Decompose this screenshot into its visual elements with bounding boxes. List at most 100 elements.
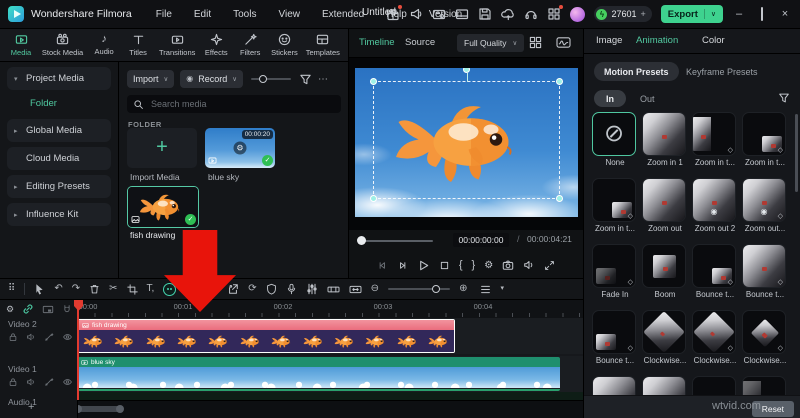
tab-audio[interactable]: ♪ Audio (91, 33, 117, 56)
mixer-icon[interactable] (306, 283, 318, 295)
tab-transitions[interactable]: Transitions (159, 33, 195, 57)
sidebar-item-influence-kit[interactable]: ▸ Influence Kit (7, 203, 111, 226)
menu-tools[interactable]: Tools (233, 9, 256, 20)
sidebar-item-editing-presets[interactable]: ▸ Editing Presets (7, 175, 111, 198)
timeline-zoom-out-icon[interactable]: ⊖ (371, 283, 379, 295)
layout-grid-icon[interactable] (529, 36, 542, 49)
preset-clockwise-1[interactable]: Clockwise... (642, 310, 686, 376)
search-bar[interactable] (127, 95, 341, 113)
magnet-icon[interactable] (62, 304, 72, 315)
seek-bar[interactable] (361, 240, 433, 242)
stop-button[interactable] (439, 260, 450, 271)
preset-fade-in[interactable]: ◇ Fade In (592, 244, 636, 310)
headset-icon[interactable] (524, 7, 538, 21)
tab-image[interactable]: Image (596, 35, 622, 46)
fullscreen-icon[interactable] (544, 260, 555, 271)
preset-scrollbar[interactable] (795, 114, 798, 192)
maximize-button[interactable] (755, 7, 769, 21)
current-timecode[interactable]: 00:00:00:00 (453, 233, 509, 247)
mute-icon[interactable] (26, 332, 36, 342)
lock-icon[interactable] (8, 332, 18, 342)
timeline-zoom-slider[interactable] (388, 285, 451, 293)
timeline-ruler[interactable]: 00:00 00:01 00:02 00:03 00:04 (78, 300, 583, 318)
tab-titles[interactable]: Titles (125, 33, 151, 57)
tab-stock-media[interactable]: Stock Media (42, 33, 83, 57)
timeline-scrollbar[interactable] (0, 400, 583, 418)
tab-templates[interactable]: Templates (306, 33, 340, 57)
megaphone-icon[interactable] (409, 7, 423, 21)
shield-icon[interactable] (266, 283, 277, 295)
volume-icon[interactable] (523, 259, 535, 271)
resize-handle[interactable] (369, 78, 377, 86)
subtitle-card-icon[interactable] (432, 7, 446, 21)
workspace-grid-icon[interactable]: ⠿ (8, 283, 15, 295)
tab-out[interactable]: Out (640, 94, 655, 104)
track-height-caret-icon[interactable]: ▾ (500, 283, 504, 295)
tab-media[interactable]: Media (8, 33, 34, 57)
preset-bounce-2[interactable]: ◇ Bounce t... (742, 244, 786, 310)
brush-icon[interactable] (44, 332, 54, 342)
sidebar-item-global-media[interactable]: ▸ Global Media (7, 119, 111, 142)
cloud-upload-icon[interactable] (501, 7, 515, 21)
import-media-tile[interactable]: + (127, 128, 197, 168)
lock-icon[interactable] (8, 377, 18, 387)
timeline-clip-fish-drawing[interactable]: fish drawing (78, 319, 455, 353)
scope-icon[interactable] (556, 36, 571, 49)
media-item-blue-sky[interactable]: 00:00:20 ⚙ ✓ (205, 128, 275, 168)
timeline-zoom-in-icon[interactable]: ⊕ (459, 283, 467, 295)
tab-effects[interactable]: Effects (203, 33, 229, 57)
mark-in-icon[interactable]: { (459, 259, 463, 271)
play-button[interactable] (417, 259, 430, 272)
share-icon[interactable] (227, 283, 239, 295)
auto-ripple-icon[interactable] (349, 284, 362, 295)
snapshot-icon[interactable] (502, 259, 514, 271)
close-button[interactable]: × (778, 8, 792, 20)
rotate-icon[interactable]: ⟳ (248, 283, 256, 295)
resize-handle[interactable] (556, 195, 564, 203)
select-tool-icon[interactable] (34, 283, 45, 295)
apps-grid-icon[interactable] (547, 5, 564, 21)
menu-file[interactable]: File (156, 9, 172, 20)
record-button[interactable]: ◉ Record ∨ (180, 70, 244, 88)
timeline-clip-blue-sky[interactable]: blue sky (78, 357, 560, 391)
resize-handle[interactable] (369, 195, 377, 203)
preset-boom[interactable]: Boom (642, 244, 686, 310)
mute-icon[interactable] (26, 377, 36, 387)
preset-zoom-out[interactable]: Zoom out (642, 178, 686, 244)
selection-box[interactable] (369, 68, 564, 203)
tab-timeline[interactable]: Timeline (359, 37, 395, 48)
preset-bounce-1[interactable]: ◇ Bounce t... (692, 244, 736, 310)
preset-zoom-in-2[interactable]: ◇ Zoom in t... (692, 112, 736, 178)
playhead[interactable] (77, 300, 79, 400)
render-preview-icon[interactable] (327, 284, 340, 295)
split-icon[interactable]: ✂ (109, 283, 117, 295)
audio-lane[interactable] (78, 392, 583, 400)
tab-keyframe-presets[interactable]: Keyframe Presets (686, 67, 758, 77)
preset-none[interactable]: ⊘ None (592, 112, 636, 178)
preset-partial[interactable] (592, 376, 636, 395)
redo-icon[interactable]: ↷ (72, 283, 80, 295)
preset-zoom-in-1[interactable]: Zoom in 1 (642, 112, 686, 178)
coin-balance[interactable]: ϟ 27601 + (594, 6, 652, 22)
add-coins-button[interactable]: + (641, 9, 646, 19)
preset-zoom-in-3[interactable]: ◇ Zoom in t... (742, 112, 786, 178)
thumbnail-size-slider[interactable] (251, 75, 292, 83)
sidebar-item-folder[interactable]: Folder (0, 92, 118, 114)
preset-partial[interactable] (692, 376, 736, 395)
mark-out-icon[interactable]: } (472, 259, 476, 271)
preset-clockwise-2[interactable]: ◇ Clockwise... (692, 310, 736, 376)
delete-icon[interactable] (89, 283, 100, 295)
save-icon[interactable] (478, 7, 492, 21)
preview-viewport[interactable] (349, 58, 584, 230)
text-tool-icon[interactable]: T, (147, 283, 155, 295)
crop-icon[interactable] (126, 283, 138, 295)
track-height-icon[interactable] (480, 284, 491, 295)
preset-clockwise-3[interactable]: ◇ Clockwise... (742, 310, 786, 376)
quality-dropdown[interactable]: Full Quality ∨ (457, 34, 525, 52)
hide-track-icon[interactable] (62, 332, 73, 342)
more-options-icon[interactable]: ⋯ (318, 74, 329, 85)
export-caret-icon[interactable]: ∨ (711, 10, 716, 18)
resize-handle[interactable] (556, 78, 564, 86)
preset-filter-icon[interactable] (778, 92, 790, 104)
export-button[interactable]: Export ∨ (660, 5, 723, 23)
